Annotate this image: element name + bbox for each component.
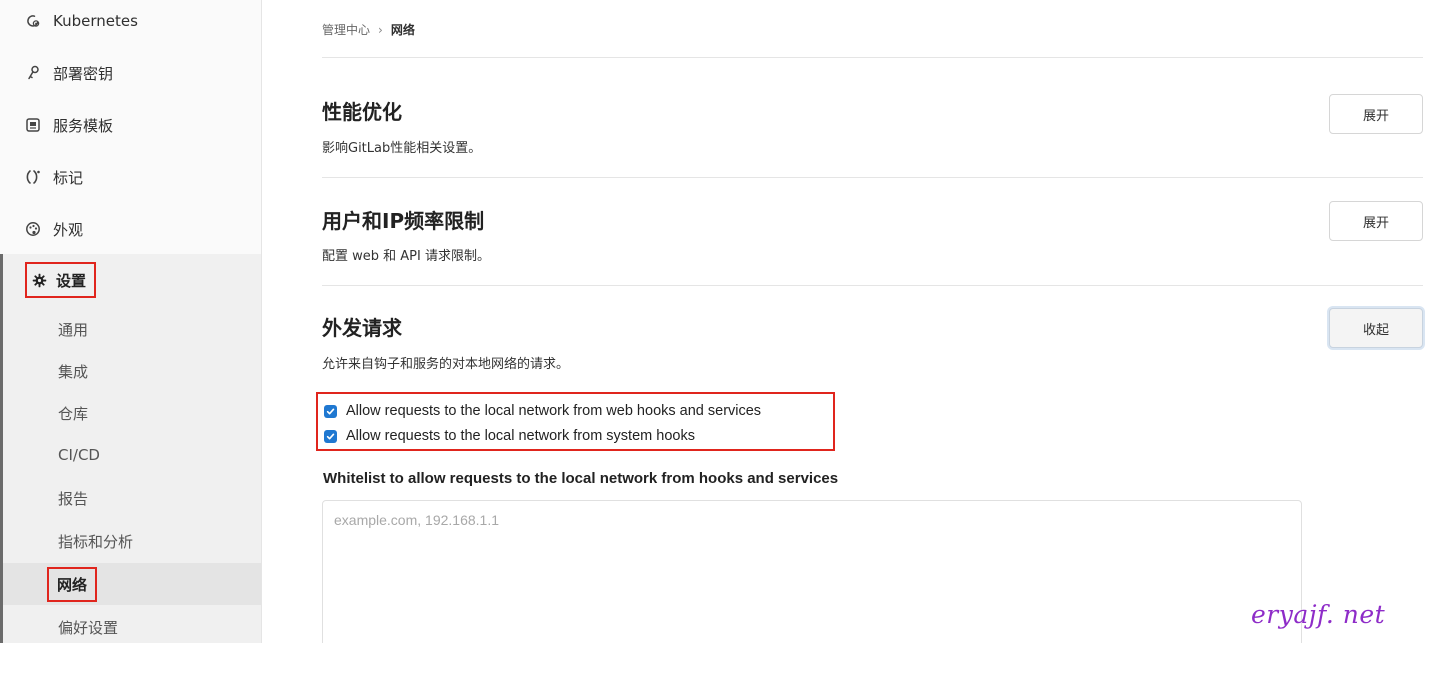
sidebar-subitem-repository[interactable]: 仓库 (3, 392, 261, 434)
labels-icon (25, 169, 41, 185)
allow-system-hooks-checkbox[interactable] (324, 429, 337, 443)
section-description-rate-limits: 配置 web 和 API 请求限制。 (322, 249, 490, 264)
sidebar-item-kubernetes[interactable]: Kubernetes (0, 1, 261, 41)
allow-system-hooks-label: Allow requests to the local network from… (346, 428, 695, 444)
subitem-label: 偏好设置 (58, 618, 119, 637)
whitelist-textarea[interactable] (322, 500, 1302, 650)
breadcrumb-separator: › (378, 22, 383, 37)
sidebar-item-label: 标记 (53, 168, 84, 187)
subitem-label: 指标和分析 (58, 532, 134, 551)
sidebar-subitem-reporting[interactable]: 报告 (3, 477, 261, 519)
allow-web-hooks-checkbox-row[interactable]: Allow requests to the local network from… (324, 403, 761, 419)
sidebar-subitem-metrics-and-profiling[interactable]: 指标和分析 (3, 520, 261, 562)
watermark-text: eryajf. net (1251, 600, 1386, 629)
kubernetes-icon (25, 13, 41, 29)
checkmark-icon (326, 408, 335, 414)
sidebar-settings-group: 设置 通用 集成 仓库 CI/CD 报告 指标和分析 网络 偏好设置 (0, 254, 261, 643)
sidebar-item-labels[interactable]: 标记 (0, 157, 261, 197)
gear-icon (31, 272, 47, 288)
section-title-outbound-requests: 外发请求 (322, 316, 402, 340)
template-icon (25, 117, 41, 133)
whitelist-label: Whitelist to allow requests to the local… (323, 470, 839, 487)
section-title-performance: 性能优化 (322, 100, 402, 124)
bottom-whitespace (0, 643, 1441, 675)
expand-performance-button[interactable]: 展开 (1329, 94, 1423, 134)
section-title-rate-limits: 用户和IP频率限制 (322, 209, 485, 233)
sidebar-subitem-integrations[interactable]: 集成 (3, 350, 261, 392)
sidebar-subitem-network[interactable]: 网络 (3, 563, 261, 605)
key-icon (25, 65, 41, 81)
subitem-label: CI/CD (58, 446, 100, 464)
appearance-icon (25, 221, 41, 237)
section-divider (322, 177, 1423, 178)
subitem-label: 仓库 (58, 404, 89, 423)
sidebar-item-label: 外观 (53, 220, 84, 239)
breadcrumb-current: 网络 (390, 23, 415, 37)
section-divider (322, 285, 1423, 286)
expand-rate-limits-button[interactable]: 展开 (1329, 201, 1423, 241)
sidebar-item-deploy-keys[interactable]: 部署密钥 (0, 53, 261, 93)
sidebar-item-label: 服务模板 (53, 116, 114, 135)
section-description-outbound-requests: 允许来自钩子和服务的对本地网络的请求。 (322, 357, 570, 372)
settings-label: 设置 (56, 271, 87, 290)
admin-network-settings-page: Kubernetes 部署密钥 服务模板 标记 外观 设置 通用 集成 仓库 C… (0, 0, 1441, 675)
subitem-label: 通用 (58, 320, 89, 339)
sidebar-subitem-preferences[interactable]: 偏好设置 (3, 606, 261, 648)
sidebar-item-appearance[interactable]: 外观 (0, 209, 261, 249)
subitem-label: 报告 (58, 489, 89, 508)
sidebar-subitem-ci-cd[interactable]: CI/CD (3, 434, 261, 476)
allow-web-hooks-checkbox[interactable] (324, 404, 337, 418)
sidebar-item-settings[interactable]: 设置 (25, 262, 97, 298)
breadcrumb-parent-link[interactable]: 管理中心 (322, 21, 370, 38)
local-network-checkbox-group: Allow requests to the local network from… (316, 392, 835, 451)
subitem-label: 集成 (58, 362, 89, 381)
admin-sidebar: Kubernetes 部署密钥 服务模板 标记 外观 设置 通用 集成 仓库 C… (0, 0, 262, 643)
section-description-performance: 影响GitLab性能相关设置。 (322, 141, 482, 156)
breadcrumb: 管理中心 › 网络 (322, 21, 415, 38)
sidebar-item-label: 部署密钥 (53, 64, 114, 83)
allow-web-hooks-label: Allow requests to the local network from… (346, 403, 762, 419)
allow-system-hooks-checkbox-row[interactable]: Allow requests to the local network from… (324, 428, 695, 444)
subitem-label: 网络 (47, 566, 98, 602)
sidebar-subitem-general[interactable]: 通用 (3, 308, 261, 350)
sidebar-item-label: Kubernetes (53, 12, 138, 30)
breadcrumb-divider (322, 57, 1423, 58)
collapse-outbound-requests-button[interactable]: 收起 (1329, 308, 1423, 348)
sidebar-item-service-templates[interactable]: 服务模板 (0, 105, 261, 145)
checkmark-icon (326, 433, 335, 439)
